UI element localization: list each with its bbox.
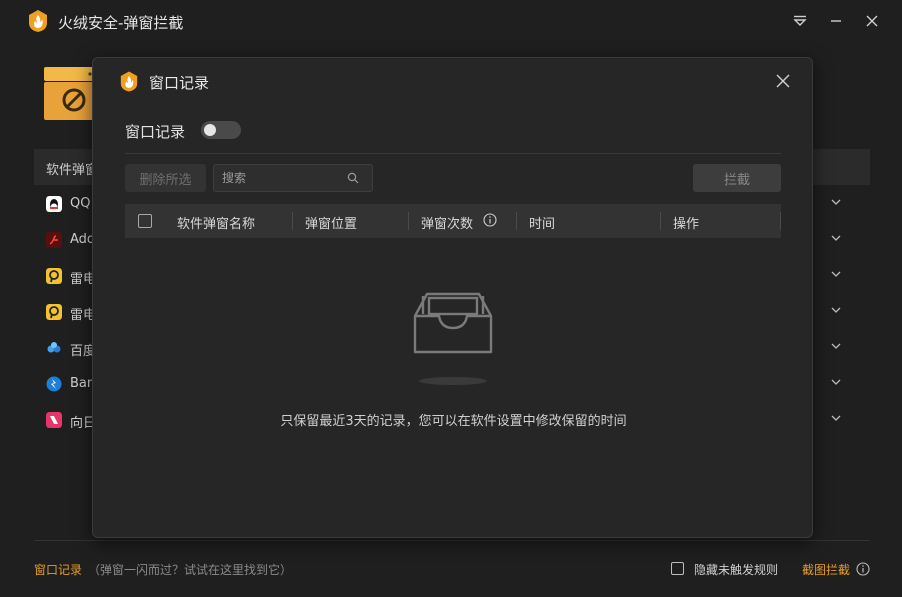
block-button[interactable]: 拦截 [693, 164, 781, 192]
close-icon[interactable] [775, 73, 791, 89]
minimize-button[interactable] [826, 11, 846, 31]
chevron-down-icon[interactable] [830, 304, 842, 316]
close-window-button[interactable] [862, 11, 882, 31]
hide-untriggered-label[interactable]: 隐藏未触发规则 [694, 561, 778, 578]
column-header-action: 操作 [673, 217, 700, 232]
delete-selected-button[interactable]: 删除所选 [125, 164, 206, 192]
column-header-count[interactable]: 弹窗次数 [421, 213, 473, 232]
column-separator [660, 212, 661, 230]
leidian-icon [46, 268, 62, 284]
adobe-icon [46, 232, 62, 248]
column-separator [408, 212, 409, 230]
info-icon[interactable] [483, 213, 497, 227]
record-toggle-switch[interactable] [201, 121, 241, 139]
column-header-time[interactable]: 时间 [529, 213, 555, 232]
baidu-netdisk-icon [47, 342, 61, 353]
close-icon [866, 15, 878, 27]
toggle-knob [204, 124, 216, 136]
menu-icon [793, 15, 807, 26]
select-all-checkbox[interactable] [138, 214, 152, 228]
chevron-down-icon[interactable] [830, 196, 842, 208]
empty-inbox-icon [413, 292, 493, 385]
chevron-down-icon[interactable] [830, 268, 842, 280]
sunlogin-icon [46, 412, 62, 428]
record-toggle-label: 窗口记录 [125, 123, 186, 141]
window-record-dialog: 窗口记录 窗口记录 删除所选 拦截 软件弹窗名称 弹窗位置 弹窗次数 时间 操作 [92, 57, 813, 538]
column-header-position[interactable]: 弹窗位置 [305, 213, 357, 232]
search-input[interactable] [222, 170, 342, 186]
column-separator [292, 212, 293, 230]
menu-button[interactable] [790, 11, 810, 31]
window-record-link[interactable]: 窗口记录 [34, 561, 82, 578]
bandizip-icon [46, 376, 62, 392]
record-table-header: 软件弹窗名称 弹窗位置 弹窗次数 时间 操作 [125, 204, 781, 238]
leidian-icon [46, 304, 62, 320]
dialog-title: 窗口记录 [149, 74, 210, 92]
chevron-down-icon[interactable] [830, 412, 842, 424]
list-header-label: 软件弹窗 [46, 163, 99, 178]
dialog-divider [125, 153, 781, 154]
huorong-logo-icon [120, 71, 138, 92]
column-separator [780, 212, 781, 230]
search-icon[interactable] [347, 172, 359, 184]
chevron-down-icon[interactable] [830, 340, 842, 352]
window-title: 火绒安全-弹窗拦截 [58, 14, 184, 32]
hide-untriggered-checkbox[interactable] [671, 562, 684, 575]
chevron-down-icon[interactable] [830, 232, 842, 244]
chevron-down-icon[interactable] [830, 376, 842, 388]
qq-icon [46, 196, 62, 212]
info-icon[interactable] [856, 562, 870, 576]
popup-block-banner-icon [44, 67, 96, 120]
list-item-label: QQ [70, 196, 91, 211]
minimize-icon [831, 20, 841, 22]
column-header-name[interactable]: 软件弹窗名称 [177, 213, 255, 232]
column-separator [516, 212, 517, 230]
empty-state-text: 只保留最近3天的记录，您可以在软件设置中修改保留的时间 [280, 414, 627, 429]
search-box[interactable] [213, 164, 373, 192]
footer-divider [34, 540, 870, 541]
screenshot-block-link[interactable]: 截图拦截 [802, 561, 850, 578]
title-bar: 火绒安全-弹窗拦截 [0, 0, 902, 42]
window-record-hint: （弹窗一闪而过？试试在这里找到它） [88, 563, 293, 577]
huorong-logo-icon [29, 10, 47, 32]
